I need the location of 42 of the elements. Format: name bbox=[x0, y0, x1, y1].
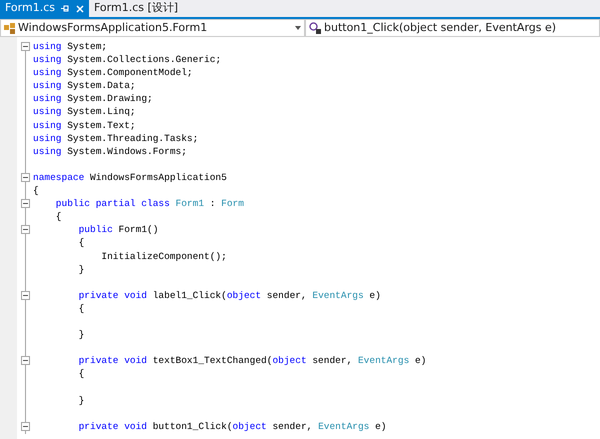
collapse-icon[interactable] bbox=[20, 422, 30, 431]
code-line: public Form1() bbox=[78, 223, 158, 236]
code-line: private void button1_Click(object sender, EventArgs e) bbox=[78, 420, 386, 433]
member-dropdown[interactable]: button1_Click(object sender, EventArgs e) bbox=[305, 19, 600, 37]
type-dropdown[interactable]: WindowsFormsApplication5.Form1 bbox=[0, 19, 305, 37]
code-line: using System; bbox=[33, 40, 108, 54]
code-line: public partial class Form1 : Form bbox=[56, 197, 244, 210]
code-line: private void label1_Click(object sender, EventArgs e) bbox=[78, 288, 381, 302]
pin-icon[interactable] bbox=[60, 5, 70, 12]
code-line: { bbox=[33, 184, 39, 198]
code-line: using System.Linq; bbox=[33, 105, 136, 119]
collapse-icon[interactable] bbox=[20, 199, 30, 208]
code-line: using System.Collections.Generic; bbox=[33, 53, 222, 66]
code-line: using System.Text; bbox=[33, 118, 136, 132]
code-line: { bbox=[78, 236, 84, 250]
collapse-icon[interactable] bbox=[20, 290, 30, 300]
code-line: using System.Windows.Forms; bbox=[33, 144, 187, 158]
code-line: namespace WindowsFormsApplication5 bbox=[33, 170, 227, 184]
code-line: { bbox=[56, 210, 62, 224]
class-icon bbox=[4, 22, 15, 34]
code-line: InitializeComponent(); bbox=[101, 250, 227, 263]
collapse-icon[interactable] bbox=[20, 172, 30, 182]
code-line: using System.Threading.Tasks; bbox=[33, 132, 198, 145]
close-icon[interactable] bbox=[76, 4, 84, 12]
collapse-icon[interactable] bbox=[20, 42, 30, 52]
code-line: private void textBox1_TextChanged(object sender, EventArgs e) bbox=[78, 354, 426, 368]
code-line: } bbox=[78, 262, 84, 276]
method-icon bbox=[309, 22, 321, 34]
caret-icon bbox=[295, 26, 301, 30]
file-tab[interactable]: Form1.cs bbox=[0, 0, 89, 17]
dropdown-value: WindowsFormsApplication5.Form1 bbox=[18, 20, 208, 36]
code-line: } bbox=[78, 394, 84, 407]
code-line: using System.ComponentModel; bbox=[33, 66, 193, 80]
file-tab[interactable]: Form1.cs [设计] bbox=[88, 0, 184, 17]
code-line: { bbox=[78, 367, 84, 380]
code-line: using System.Drawing; bbox=[33, 92, 153, 106]
collapse-icon[interactable] bbox=[20, 356, 30, 366]
code-line: using System.Data; bbox=[33, 79, 136, 92]
code-line: { bbox=[78, 302, 84, 315]
dropdown-value: button1_Click(object sender, EventArgs e) bbox=[324, 20, 556, 36]
code-line: } bbox=[78, 328, 84, 342]
collapse-icon[interactable] bbox=[20, 225, 30, 234]
